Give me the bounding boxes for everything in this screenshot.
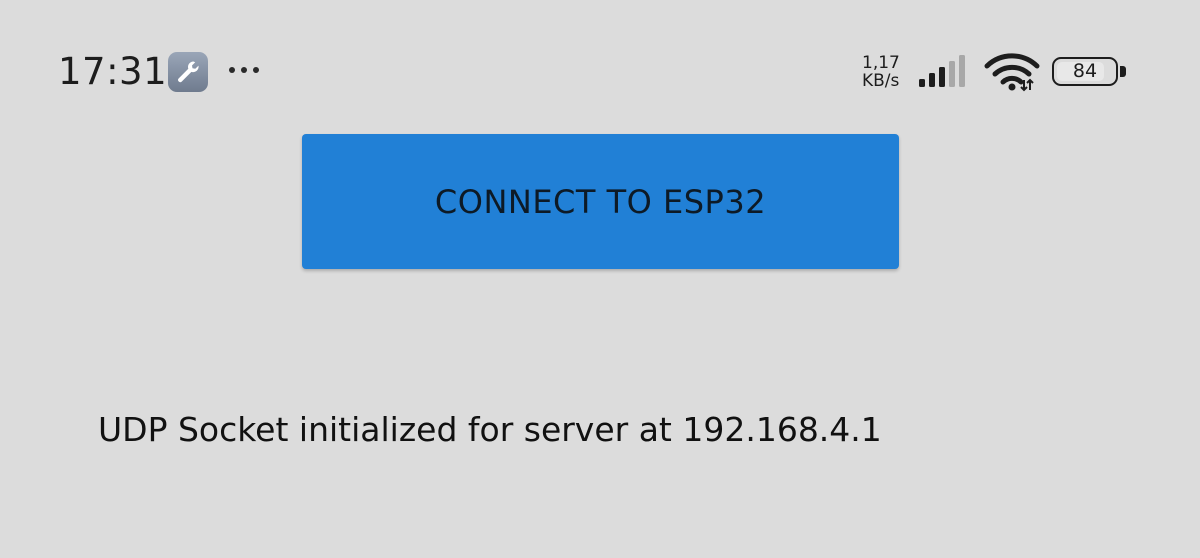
network-speed: 1,17 KB/s — [862, 54, 914, 94]
network-speed-unit: KB/s — [862, 71, 900, 91]
signal-bar — [949, 61, 955, 87]
status-message: UDP Socket initialized for server at 192… — [98, 410, 882, 449]
status-bar: 17:31 1,17 KB/s 84 — [0, 0, 1200, 140]
battery-icon: 84 — [1052, 57, 1118, 86]
status-time: 17:31 — [58, 50, 168, 93]
battery-level: 84 — [1072, 60, 1098, 82]
signal-bar — [919, 79, 925, 87]
signal-bar — [939, 67, 945, 87]
battery-cap — [1120, 66, 1126, 77]
network-speed-value: 1,17 — [862, 53, 900, 73]
cellular-signal-icon — [919, 55, 965, 87]
signal-bar — [929, 73, 935, 87]
connect-button[interactable]: CONNECT TO ESP32 — [302, 134, 899, 269]
more-dots-icon — [227, 52, 263, 88]
signal-bar — [959, 55, 965, 87]
wifi-icon — [984, 53, 1040, 92]
wrench-icon — [168, 52, 208, 92]
